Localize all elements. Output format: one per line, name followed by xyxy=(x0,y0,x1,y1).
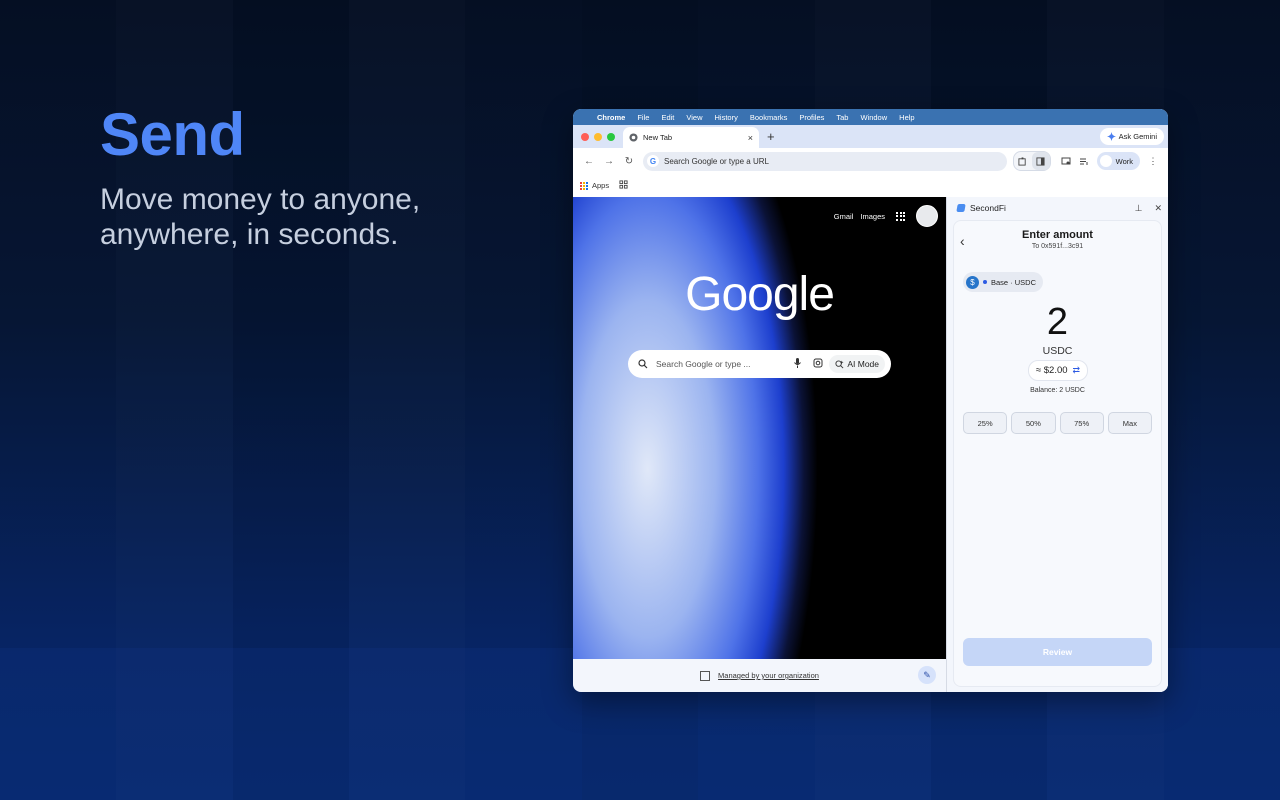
chrome-icon xyxy=(629,133,638,142)
ntp-footer: Managed by your organization ✎ xyxy=(573,659,946,692)
google-logo: Google xyxy=(685,268,835,321)
tab-groups-icon[interactable] xyxy=(619,180,628,191)
maximize-window-button[interactable] xyxy=(607,133,615,141)
side-panel-header: SecondFi ⊥ ✕ xyxy=(947,197,1168,219)
tab-title: New Tab xyxy=(643,133,673,142)
amount-input[interactable]: 2 xyxy=(954,301,1161,344)
preset-max-button[interactable]: Max xyxy=(1107,412,1152,434)
extension-icon[interactable] xyxy=(1014,152,1032,170)
back-arrow-icon[interactable]: ← xyxy=(579,156,599,167)
menu-help[interactable]: Help xyxy=(899,113,914,122)
menu-edit[interactable]: Edit xyxy=(661,113,674,122)
menu-history[interactable]: History xyxy=(715,113,738,122)
apps-grid-icon xyxy=(580,181,588,190)
omnibox[interactable]: G Search Google or type a URL xyxy=(643,151,1007,171)
close-window-button[interactable] xyxy=(581,133,589,141)
ntp-top-links: Gmail Images xyxy=(834,205,938,227)
close-panel-icon[interactable]: ✕ xyxy=(1154,203,1162,214)
omnibox-placeholder: Search Google or type a URL xyxy=(664,156,769,166)
forward-arrow-icon[interactable]: → xyxy=(599,156,619,167)
google-apps-icon[interactable] xyxy=(896,211,905,221)
search-icon xyxy=(638,359,648,369)
usd-value: ≈ $2.00 xyxy=(1035,365,1068,376)
browser-content: Gmail Images Google Search Google or typ… xyxy=(573,197,1168,692)
recipient-address: To 0x591f...3c91 xyxy=(1031,243,1084,250)
gemini-sparkle-icon xyxy=(1106,132,1116,141)
ask-gemini-button[interactable]: Ask Gemini xyxy=(1099,128,1164,145)
menu-profiles[interactable]: Profiles xyxy=(799,113,824,122)
page-title: Enter amount xyxy=(1022,229,1093,241)
google-lens-icon[interactable] xyxy=(813,358,823,370)
swap-currency-icon: ⇄ xyxy=(1072,365,1081,375)
tab-new-tab[interactable]: New Tab × xyxy=(623,127,759,148)
base-chain-dot-icon xyxy=(983,280,987,284)
tab-strip: New Tab × + Ask Gemini xyxy=(573,125,1168,148)
reload-icon[interactable]: ↻ xyxy=(619,156,639,167)
menu-tab[interactable]: Tab xyxy=(836,113,848,122)
browser-toolbar: ← → ↻ G Search Google or type a URL Work… xyxy=(573,148,1168,174)
usd-value-toggle[interactable]: ≈ $2.00 ⇄ xyxy=(1028,360,1088,381)
new-tab-page: Gmail Images Google Search Google or typ… xyxy=(573,197,946,692)
new-tab-button[interactable]: + xyxy=(767,129,775,144)
menu-bookmarks[interactable]: Bookmarks xyxy=(750,113,788,122)
managed-by-org-link[interactable]: Managed by your organization xyxy=(718,671,819,680)
tab-close-icon[interactable]: × xyxy=(748,133,753,143)
preset-25-button[interactable]: 25% xyxy=(963,412,1008,434)
secondfi-logo-icon xyxy=(956,204,966,212)
traffic-lights xyxy=(573,133,623,148)
preset-50-button[interactable]: 50% xyxy=(1011,412,1056,434)
menu-window[interactable]: Window xyxy=(860,113,887,122)
hero-subtitle: Move money to anyone, anywhere, in secon… xyxy=(100,183,421,251)
amount-currency: USDC xyxy=(1042,345,1073,357)
hero-title: Send xyxy=(100,101,245,168)
usdc-icon: $ xyxy=(966,275,979,289)
pin-icon[interactable]: ⊥ xyxy=(1135,203,1143,214)
ai-search-icon xyxy=(835,359,844,368)
review-button[interactable]: Review xyxy=(963,638,1152,666)
browser-window: Chrome File Edit View History Bookmarks … xyxy=(573,109,1168,692)
extension-group xyxy=(1012,151,1051,171)
chain-token-label: Base · USDC xyxy=(991,277,1037,287)
bookmarks-bar: Apps xyxy=(573,174,1168,198)
microphone-icon[interactable] xyxy=(794,358,802,370)
preset-amount-row: 25% 50% 75% Max xyxy=(963,412,1152,434)
side-panel-app-name: SecondFi xyxy=(970,203,1006,213)
chain-token-selector[interactable]: $ Base · USDC xyxy=(963,272,1044,292)
mac-menubar: Chrome File Edit View History Bookmarks … xyxy=(573,109,1168,125)
kebab-menu-icon[interactable]: ⋮ xyxy=(1144,152,1162,170)
images-link[interactable]: Images xyxy=(860,212,885,221)
balance-text: Balance: 2 USDC xyxy=(1030,387,1085,394)
ntp-search-box[interactable]: Search Google or type ... AI Mode xyxy=(628,350,891,378)
google-g-icon: G xyxy=(647,155,659,167)
ask-gemini-label: Ask Gemini xyxy=(1118,132,1157,141)
profile-work-button[interactable]: Work xyxy=(1096,152,1140,170)
profile-label: Work xyxy=(1115,156,1133,166)
send-card: ‹ Enter amount To 0x591f...3c91 $ Base ·… xyxy=(953,220,1162,687)
ai-mode-button[interactable]: AI Mode xyxy=(829,355,885,373)
minimize-window-button[interactable] xyxy=(594,133,602,141)
building-icon xyxy=(700,670,711,681)
side-panel-icon[interactable] xyxy=(1031,152,1050,170)
menu-chrome[interactable]: Chrome xyxy=(597,113,625,122)
profile-avatar xyxy=(1099,155,1112,167)
menu-view[interactable]: View xyxy=(686,113,702,122)
reading-list-icon[interactable] xyxy=(1075,152,1093,170)
customize-pencil-icon[interactable]: ✎ xyxy=(918,666,936,684)
menu-file[interactable]: File xyxy=(637,113,649,122)
side-panel: SecondFi ⊥ ✕ ‹ Enter amount To 0x591f...… xyxy=(946,197,1168,692)
cast-icon[interactable] xyxy=(1057,152,1075,170)
ai-mode-label: AI Mode xyxy=(847,359,879,369)
gmail-link[interactable]: Gmail xyxy=(834,212,854,221)
preset-75-button[interactable]: 75% xyxy=(1059,412,1104,434)
account-avatar[interactable] xyxy=(916,205,938,227)
ntp-search-placeholder: Search Google or type ... xyxy=(656,359,751,369)
bookmark-apps[interactable]: Apps xyxy=(592,181,609,190)
